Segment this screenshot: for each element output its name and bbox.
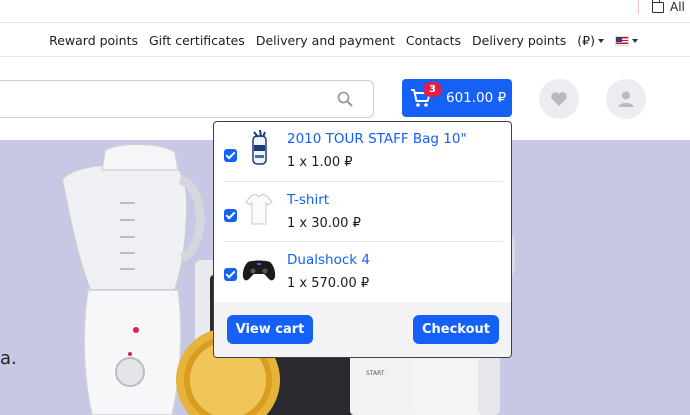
chevron-down-icon: [598, 38, 604, 43]
chevron-down-icon: [632, 38, 638, 43]
item-name[interactable]: Dualshock 4: [287, 252, 370, 268]
folder-icon: [652, 0, 664, 13]
cart-button[interactable]: 3 601.00 ₽: [402, 79, 512, 117]
nav-link-delivery-points[interactable]: Delivery points: [472, 33, 566, 48]
us-flag-icon: [615, 35, 629, 46]
cart-dropdown: 2010 TOUR STAFF Bag 10" 1 x 1.00 ₽ T-shi…: [213, 121, 512, 358]
cart-total: 601.00 ₽: [446, 90, 507, 106]
top-strip: All: [0, 0, 690, 23]
language-selector[interactable]: [615, 35, 638, 46]
item-name[interactable]: T-shirt: [287, 192, 329, 208]
cart-count-badge: 3: [423, 82, 442, 97]
item-name[interactable]: 2010 TOUR STAFF Bag 10": [287, 131, 467, 147]
top-nav: Reward points Gift certificates Delivery…: [0, 24, 690, 57]
view-cart-button[interactable]: View cart: [227, 315, 313, 344]
cart-item: T-shirt 1 x 30.00 ₽: [214, 182, 511, 242]
item-checkbox[interactable]: [224, 268, 237, 281]
gamepad-icon: [242, 260, 276, 281]
wishlist-button[interactable]: [539, 79, 579, 119]
checkout-button[interactable]: Checkout: [413, 315, 499, 344]
nav-link-delivery-payment[interactable]: Delivery and payment: [256, 33, 395, 48]
divider: [638, 0, 639, 14]
golf-bag-icon: [252, 129, 267, 165]
all-label: All: [670, 0, 685, 14]
page: All Reward points Gift certificates Deli…: [0, 0, 690, 415]
tshirt-icon: [245, 193, 273, 225]
item-qty: 1 x 1.00 ₽: [287, 155, 353, 170]
item-qty: 1 x 570.00 ₽: [287, 276, 370, 291]
item-checkbox[interactable]: [224, 209, 237, 222]
cart-item: Dualshock 4 1 x 570.00 ₽: [214, 242, 511, 302]
account-button[interactable]: [606, 79, 646, 119]
svg-text:START: START: [366, 370, 385, 377]
currency-selector[interactable]: (₽): [577, 33, 604, 48]
heart-icon: [551, 92, 567, 106]
user-icon: [618, 91, 634, 107]
nav-link-contacts[interactable]: Contacts: [406, 33, 461, 48]
nav-link-reward-points[interactable]: Reward points: [49, 33, 138, 48]
cart-item: 2010 TOUR STAFF Bag 10" 1 x 1.00 ₽: [214, 122, 511, 182]
search-icon[interactable]: [337, 91, 353, 107]
all-categories-link[interactable]: All: [652, 0, 685, 14]
hero-text: a.: [0, 348, 17, 369]
currency-label: (₽): [577, 33, 595, 48]
item-qty: 1 x 30.00 ₽: [287, 216, 361, 231]
item-checkbox[interactable]: [224, 149, 237, 162]
cart-dropdown-footer: View cart Checkout: [214, 302, 511, 357]
nav-links: Reward points Gift certificates Delivery…: [49, 24, 638, 57]
search-input[interactable]: [0, 80, 374, 118]
nav-link-gift-certificates[interactable]: Gift certificates: [149, 33, 245, 48]
